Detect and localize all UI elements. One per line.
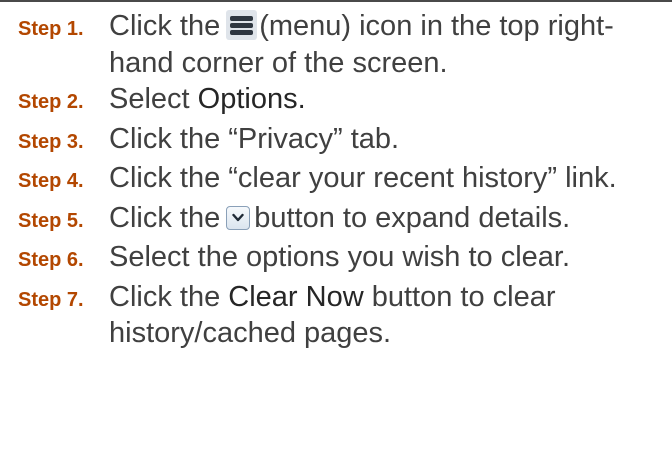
step-label: Step 5. [18,209,84,232]
step-label: Step 4. [18,170,84,192]
step-text: Select Options. [109,81,668,118]
step-1: Step 1. Click the (menu) icon in the top … [18,8,668,81]
step-label: Step 6. [18,249,84,271]
step-label: Step 1. [18,18,84,40]
step-text-after: button to expand details. [254,201,571,234]
step-text: Select the options you wish to clear. [109,241,571,273]
step-label: Step 2. [18,91,84,113]
step-text-before: Select [109,83,198,115]
step-3: Step 3. Click the “Privacy” tab. [18,121,668,161]
step-2: Step 2. Select Options. [18,81,668,121]
step-label: Step 3. [18,130,84,153]
step-6: Step 6. Select the options you wish to c… [18,239,668,279]
menu-icon [226,10,258,40]
step-text: Click the “Privacy” tab. [109,122,400,155]
options-term: Options. [197,83,306,115]
step-text-before: Click the [109,280,229,313]
step-text-before: Click the [109,201,221,234]
top-divider [0,0,672,2]
step-7: Step 7. Click the Clear Now button to cl… [18,279,668,352]
step-5: Step 5. Click the button to expand detail… [18,200,668,240]
clear-now-term: Clear Now [228,280,364,313]
step-text: Click the “clear your recent history” li… [109,162,617,194]
step-text: Click the Clear Now button to clear hist… [109,279,668,352]
step-text: Click the (menu) icon in the top right-ha… [109,8,668,81]
step-label: Step 7. [18,288,84,311]
chevron-down-icon [226,205,251,230]
instruction-steps: Step 1. Click the (menu) icon in the top … [18,8,668,352]
step-4: Step 4. Click the “clear your recent his… [18,160,668,200]
step-text: Click the button to expand details. [109,200,668,237]
step-text-before: Click the [109,10,221,42]
